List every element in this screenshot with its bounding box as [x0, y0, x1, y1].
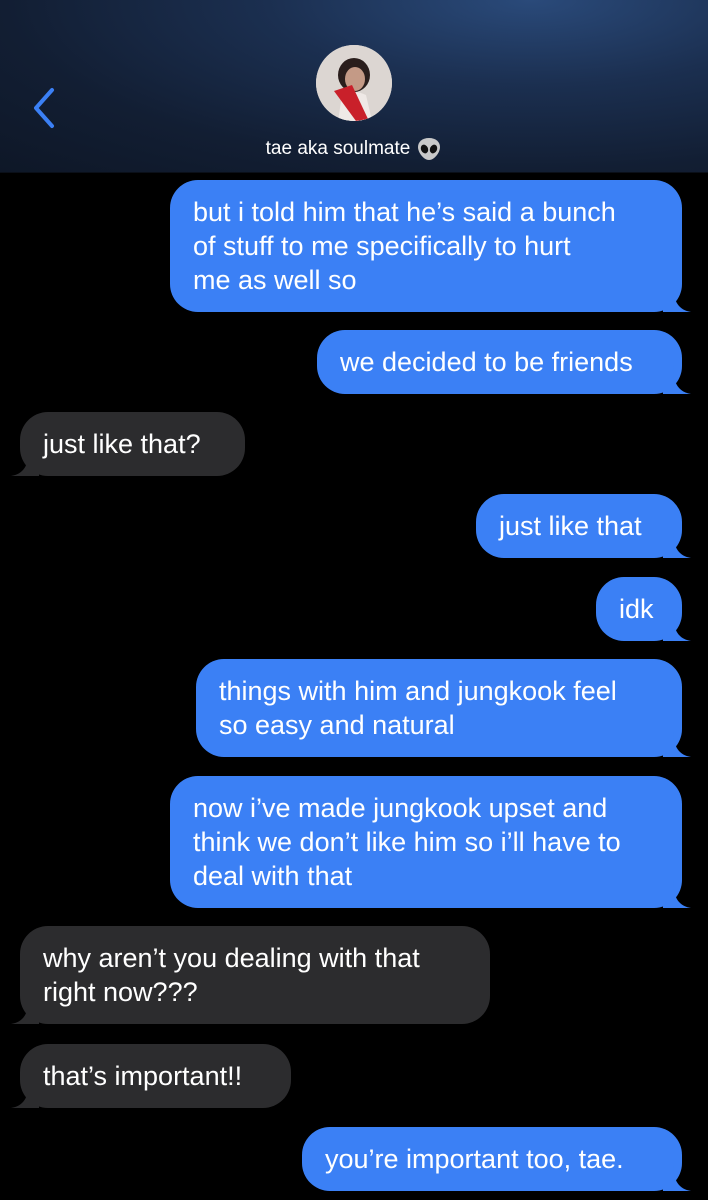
sent-message-bubble[interactable]: things with him and jungkook feel so eas…	[196, 659, 691, 757]
message-line: of stuff to me specifically to hurt	[193, 231, 571, 261]
contact-name: tae aka soulmate	[265, 138, 411, 159]
sent-message-bubble[interactable]: we decided to be friends	[317, 330, 691, 394]
sent-message-bubble[interactable]: you’re important too, tae.	[302, 1127, 691, 1191]
sent-message-bubble[interactable]: just like that	[476, 494, 691, 558]
back-chevron-icon[interactable]	[26, 84, 66, 132]
message-line: me as well so	[193, 265, 357, 295]
message-line: now i’ve made jungkook upset and	[193, 793, 608, 823]
bubble-tail	[663, 284, 691, 312]
message-line: deal with that	[193, 861, 353, 891]
received-message-bubble[interactable]: just like that?	[11, 412, 245, 476]
message-line: just like that	[499, 511, 642, 541]
message-line: just like that?	[43, 429, 201, 459]
bubble-tail	[663, 729, 691, 757]
received-message-bubble[interactable]: that’s important!!	[11, 1044, 291, 1108]
message-line: why aren’t you dealing with that	[43, 943, 420, 973]
message-line: we decided to be friends	[340, 347, 633, 377]
message-line: think we don’t like him so i’ll have to	[193, 827, 621, 857]
bubble-tail	[11, 996, 39, 1024]
message-line: right now???	[43, 977, 198, 1007]
contact-name-row[interactable]: tae aka soulmate	[0, 134, 708, 164]
message-line: you’re important too, tae.	[325, 1144, 624, 1174]
bubble-tail	[663, 613, 691, 641]
sent-message-bubble[interactable]: idk	[596, 577, 691, 641]
bubble-tail	[663, 366, 691, 394]
bubble-tail	[11, 1080, 39, 1108]
conversation-header: tae aka soulmate	[0, 0, 708, 173]
bubble-tail	[663, 530, 691, 558]
bubble-tail	[663, 1163, 691, 1191]
message-line: things with him and jungkook feel	[219, 676, 617, 706]
bubble-tail	[11, 448, 39, 476]
message-line: but i told him that he’s said a bunch	[193, 197, 616, 227]
bubble-tail	[663, 880, 691, 908]
contact-avatar[interactable]	[316, 45, 392, 121]
message-line: so easy and natural	[219, 710, 455, 740]
sent-message-bubble[interactable]: but i told him that he’s said a bunch of…	[170, 180, 691, 312]
alien-face-icon	[418, 138, 441, 160]
received-message-bubble[interactable]: why aren’t you dealing with that right n…	[11, 926, 490, 1024]
sent-message-bubble[interactable]: now i’ve made jungkook upset and think w…	[170, 776, 691, 908]
message-line: idk	[619, 594, 654, 624]
message-line: that’s important!!	[43, 1061, 243, 1091]
